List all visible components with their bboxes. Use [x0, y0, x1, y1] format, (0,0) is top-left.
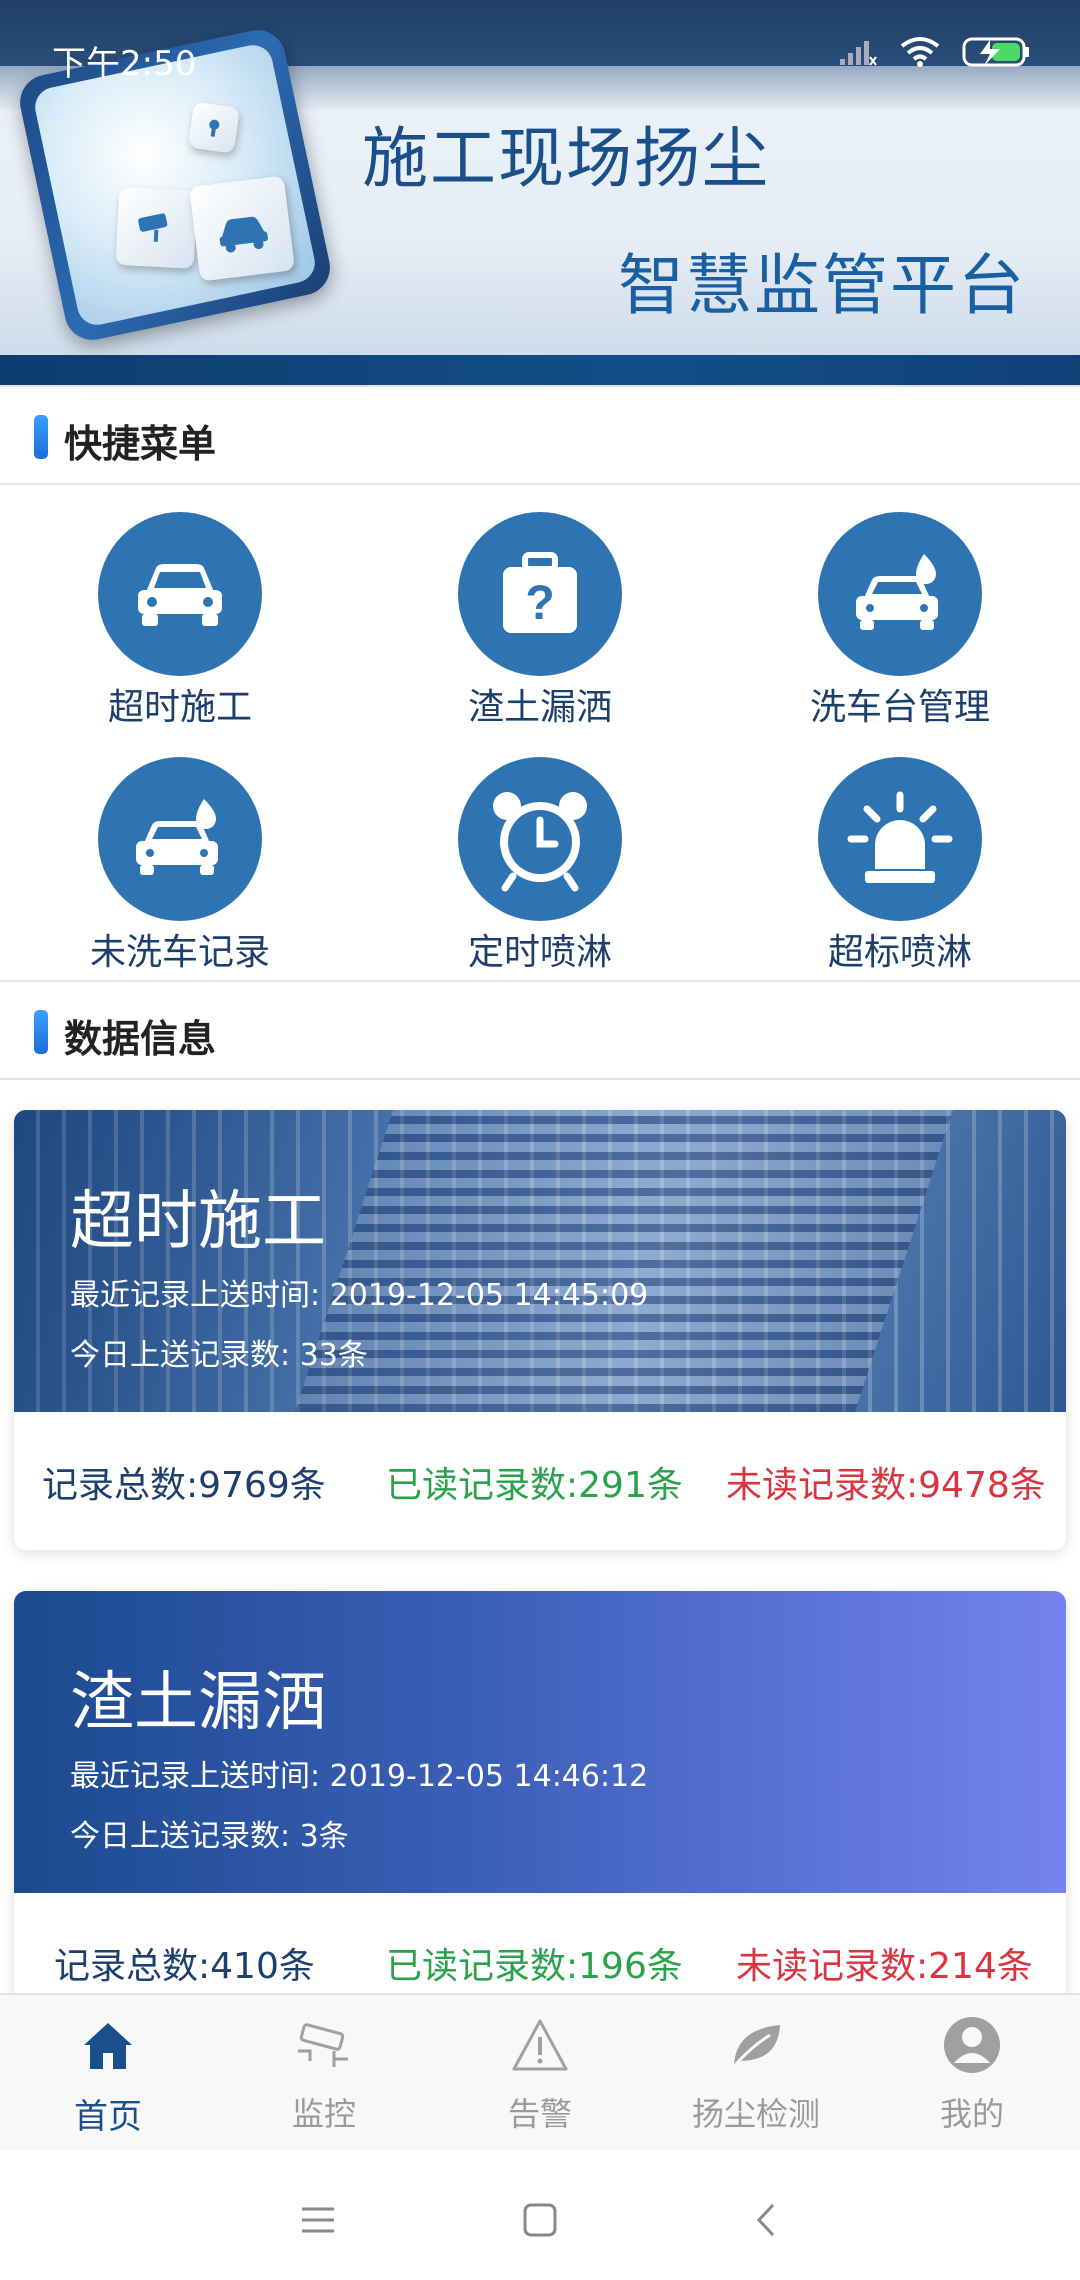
- card-last-upload: 最近记录上送时间: 2019-12-05 14:45:09: [70, 1278, 649, 1313]
- card-title: 渣土漏洒: [70, 1666, 326, 1740]
- data-info-title: 数据信息: [64, 1017, 217, 1061]
- tab-label: 我的: [939, 2095, 1004, 2133]
- section-accent-bar: [34, 1010, 48, 1054]
- tab-monitor[interactable]: 监控: [216, 1995, 432, 2152]
- quick-item-label: 洗车台管理: [809, 687, 990, 728]
- card-last-upload: 最近记录上送时间: 2019-12-05 14:46:12: [70, 1759, 649, 1794]
- stat-total: 记录总数:410条: [54, 1946, 315, 1987]
- car-wash-icon: [98, 757, 262, 921]
- home-square-icon[interactable]: [510, 2190, 570, 2250]
- quick-menu-grid: 超时施工 ? 渣土漏洒 洗车台管理 未洗车记录 定时喷淋 超标喷淋: [0, 490, 1080, 980]
- signal-icon: [838, 37, 878, 71]
- siren-icon: [818, 757, 982, 921]
- cctv-camera-icon: [298, 2023, 348, 2067]
- status-time: 下午2:50: [52, 44, 197, 84]
- stat-read: 已读记录数:291条: [386, 1465, 683, 1506]
- quick-item-label: 超时施工: [107, 687, 252, 728]
- quick-item-overtime[interactable]: 超时施工: [30, 500, 330, 730]
- card-hero: 超时施工 最近记录上送时间: 2019-12-05 14:45:09 今日上送记…: [14, 1110, 1066, 1412]
- data-card-spill[interactable]: 渣土漏洒 最近记录上送时间: 2019-12-05 14:46:12 今日上送记…: [14, 1591, 1066, 2031]
- quick-item-label: 超标喷淋: [827, 932, 972, 973]
- car-icon: [98, 512, 262, 676]
- tab-label: 告警: [507, 2095, 572, 2133]
- quick-item-spill[interactable]: ? 渣土漏洒: [390, 500, 690, 730]
- card-today-count: 今日上送记录数: 33条: [70, 1338, 368, 1373]
- card-title: 超时施工: [70, 1185, 326, 1259]
- banner-title-line2: 智慧监管平台: [618, 247, 1026, 324]
- stat-read: 已读记录数:196条: [386, 1946, 683, 1987]
- tab-label: 扬尘检测: [691, 2095, 820, 2133]
- tab-label: 首页: [74, 2097, 142, 2137]
- back-icon[interactable]: [736, 2190, 796, 2250]
- banner-title-line1: 施工现场扬尘: [362, 120, 770, 197]
- tab-alarm[interactable]: 告警: [432, 1995, 648, 2152]
- quick-item-label: 定时喷淋: [467, 932, 612, 973]
- wifi-icon: [898, 36, 942, 72]
- quick-item-label: 渣土漏洒: [467, 687, 612, 728]
- leaf-icon: [730, 2025, 780, 2070]
- tab-profile[interactable]: 我的: [864, 1995, 1080, 2152]
- svg-text:?: ?: [525, 577, 554, 630]
- quick-item-overlimit-spray[interactable]: 超标喷淋: [750, 745, 1050, 975]
- stat-unread: 未读记录数:214条: [736, 1946, 1033, 1987]
- car-wash-icon: [818, 512, 982, 676]
- quick-item-unwashed[interactable]: 未洗车记录: [30, 745, 330, 975]
- quick-item-car-wash[interactable]: 洗车台管理: [750, 500, 1050, 730]
- battery-charging-icon: [962, 36, 1032, 72]
- question-box-icon: ?: [458, 512, 622, 676]
- home-icon: [84, 2023, 132, 2069]
- section-accent-bar: [34, 415, 48, 459]
- status-bar: 下午2:50: [0, 0, 1080, 118]
- card-hero: 渣土漏洒 最近记录上送时间: 2019-12-05 14:46:12 今日上送记…: [14, 1591, 1066, 1893]
- menu-icon[interactable]: [288, 2190, 348, 2250]
- bottom-tab-bar: 首页 监控 告警 扬尘检测 我的: [0, 1993, 1080, 2150]
- quick-item-timed-spray[interactable]: 定时喷淋: [390, 745, 690, 975]
- card-today-count: 今日上送记录数: 3条: [70, 1819, 349, 1854]
- system-nav-bar: [0, 2150, 1080, 2280]
- stat-total: 记录总数:9769条: [42, 1465, 326, 1506]
- stat-unread: 未读记录数:9478条: [726, 1465, 1046, 1506]
- alarm-clock-icon: [458, 757, 622, 921]
- quick-menu-header: 快捷菜单: [0, 385, 1080, 485]
- card-stats: 记录总数:9769条 已读记录数:291条 未读记录数:9478条: [14, 1412, 1066, 1550]
- data-card-overtime[interactable]: 超时施工 最近记录上送时间: 2019-12-05 14:45:09 今日上送记…: [14, 1110, 1066, 1550]
- tab-dust-detection[interactable]: 扬尘检测: [648, 1995, 864, 2152]
- quick-menu-title: 快捷菜单: [64, 422, 217, 466]
- warning-icon: [512, 2019, 568, 2071]
- quick-item-label: 未洗车记录: [89, 932, 270, 973]
- tab-home[interactable]: 首页: [0, 1995, 216, 2152]
- user-icon: [944, 2017, 1000, 2073]
- data-info-header: 数据信息: [0, 980, 1080, 1080]
- tab-label: 监控: [291, 2095, 356, 2133]
